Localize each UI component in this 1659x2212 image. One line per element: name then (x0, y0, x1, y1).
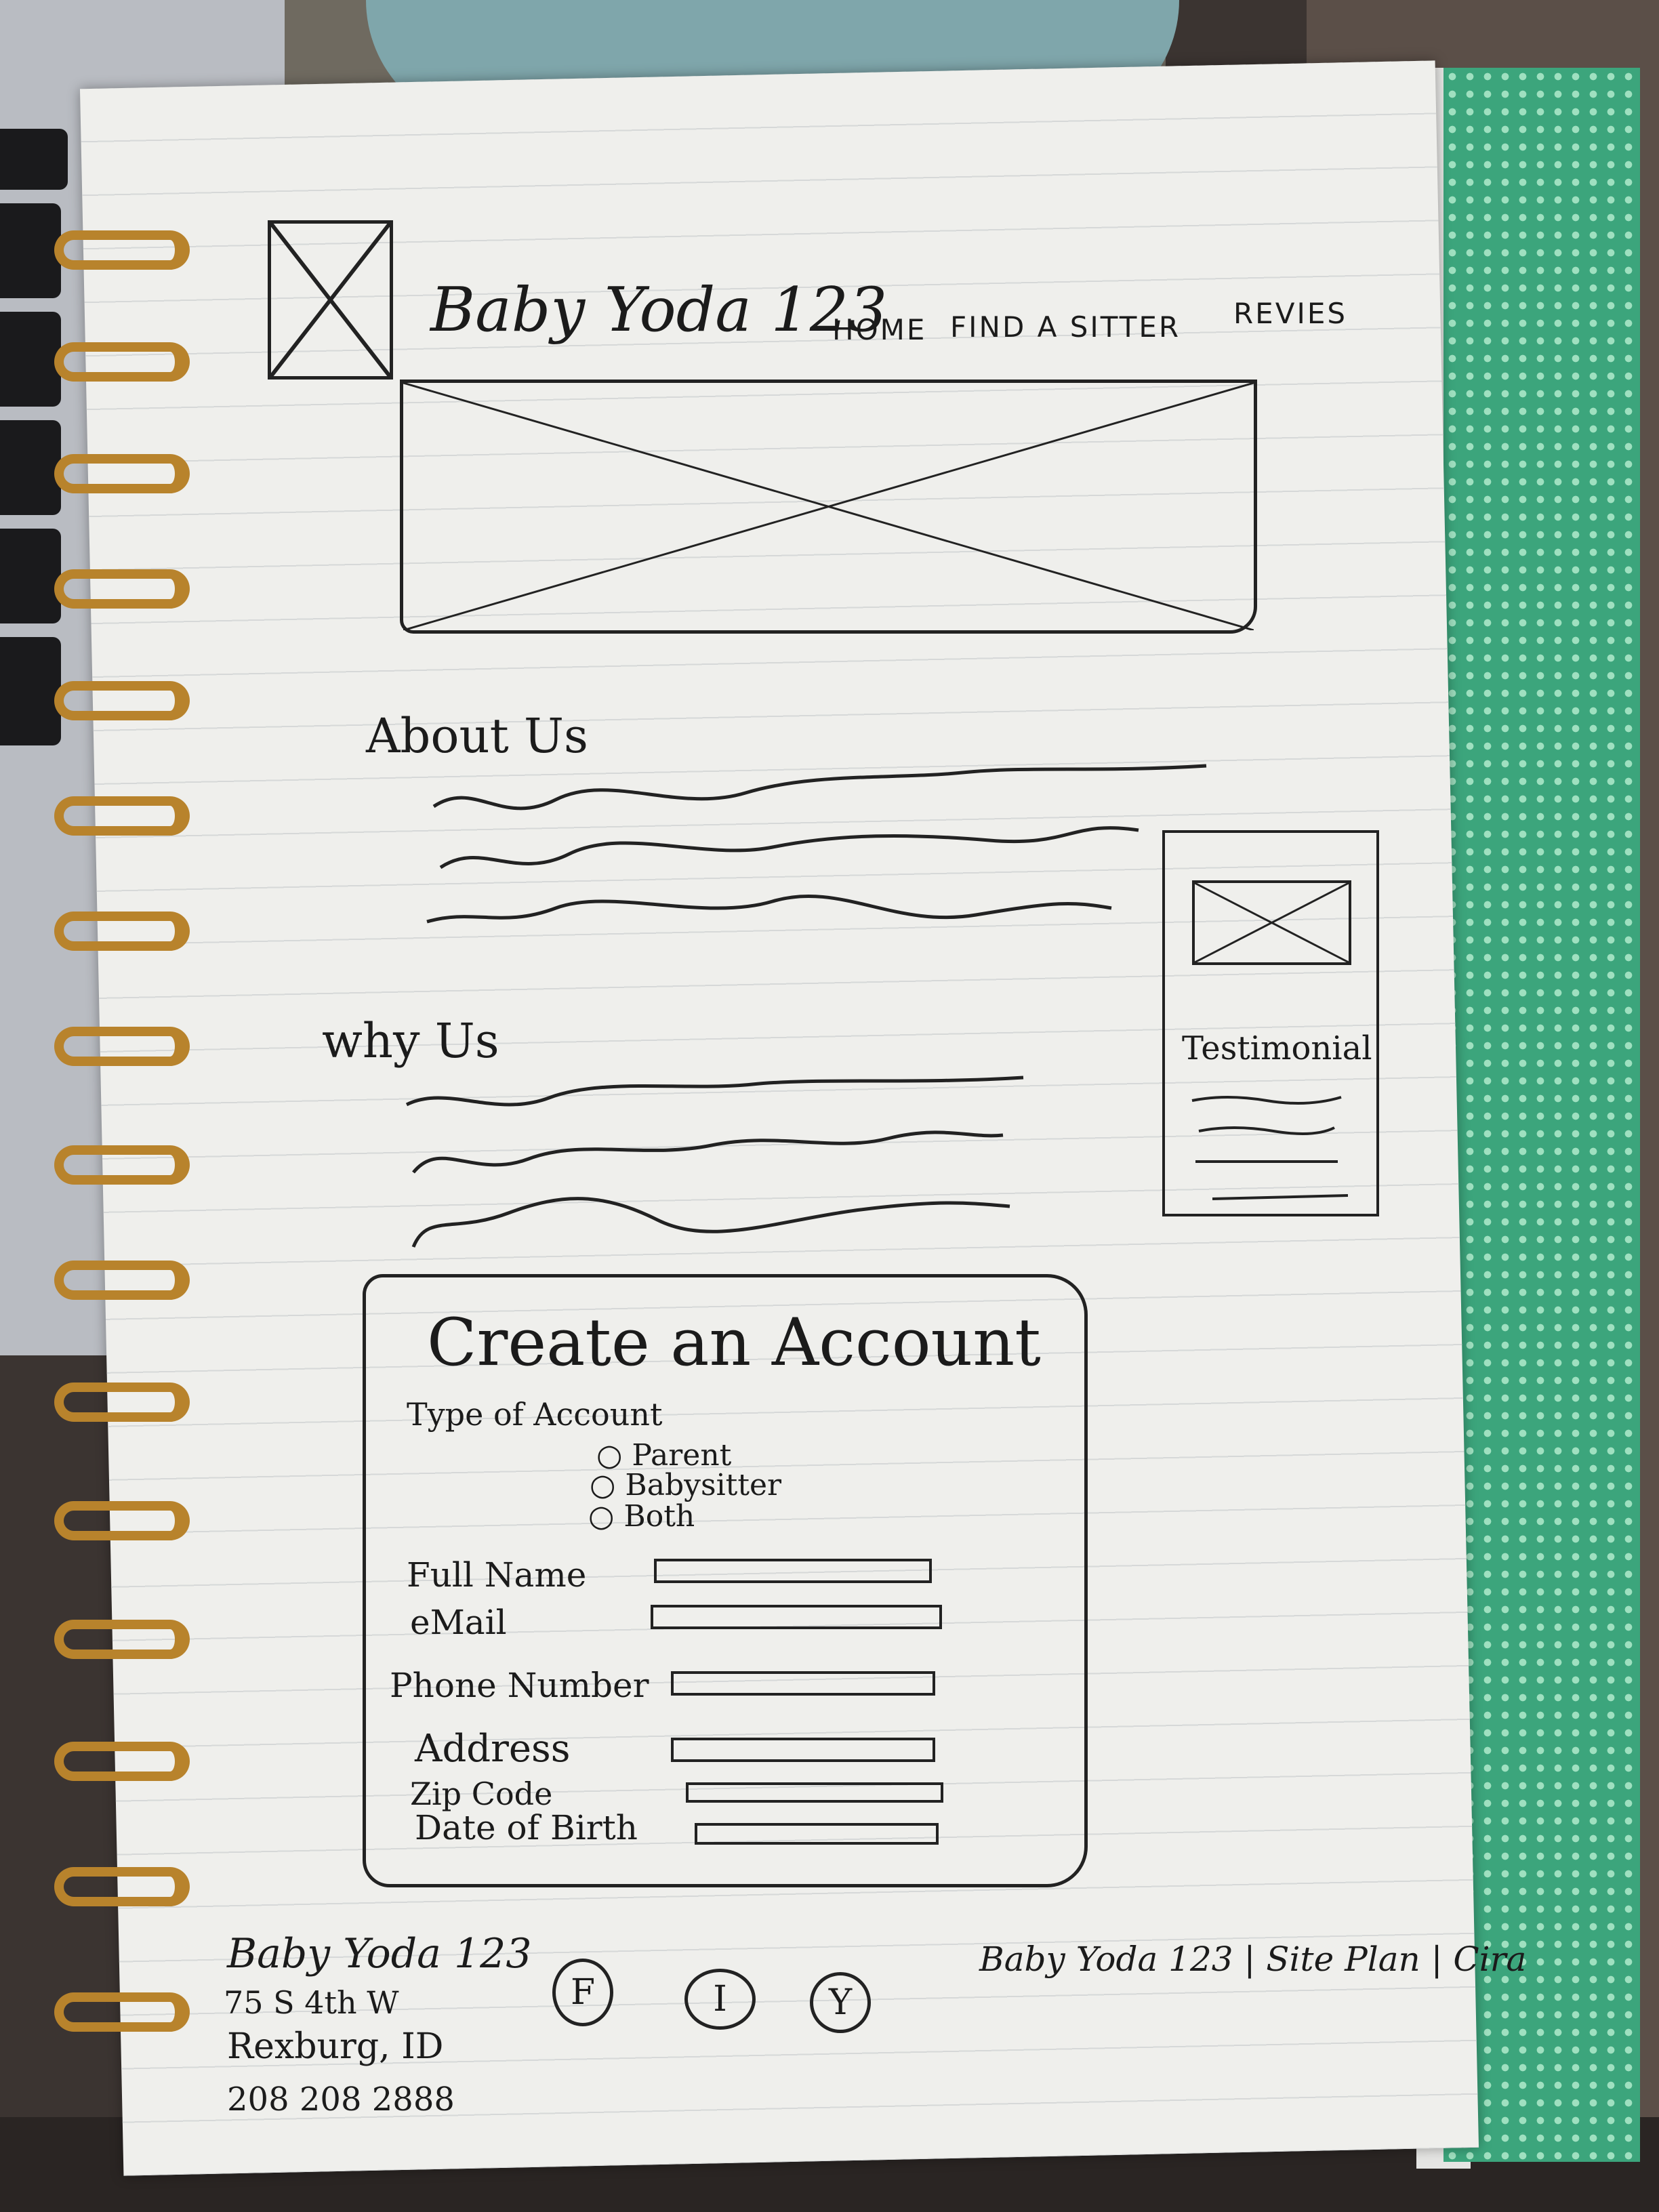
radio-both[interactable]: ○ Both (588, 1499, 695, 1534)
field-label-email: eMail (410, 1603, 507, 1642)
spiral-ring (54, 1620, 190, 1659)
image-placeholder-icon (403, 383, 1254, 630)
spiral-ring (54, 1501, 190, 1540)
spiral-ring (54, 342, 190, 382)
full-name-input[interactable] (654, 1559, 932, 1583)
why-text-scribble (405, 1076, 1024, 1248)
phone-input[interactable] (671, 1671, 935, 1696)
field-label-phone: Phone Number (390, 1666, 649, 1705)
spiral-ring (54, 1992, 190, 2032)
footer-street: 75 S 4th W (224, 1984, 399, 2021)
spiral-ring (54, 1261, 190, 1300)
address-input[interactable] (671, 1738, 935, 1762)
spiral-ring (54, 230, 190, 270)
spiral-ring (54, 454, 190, 493)
logo-placeholder (268, 220, 393, 380)
youtube-icon[interactable]: Y (810, 1972, 871, 2033)
email-input[interactable] (651, 1605, 942, 1629)
radio-babysitter[interactable]: ○ Babysitter (590, 1468, 781, 1502)
testimonial-image-placeholder (1192, 880, 1351, 965)
keyboard-key (0, 129, 68, 190)
field-label-address: Address (415, 1727, 571, 1771)
testimonial-card: Testimonial (1162, 830, 1379, 1216)
notebook-cover (1443, 68, 1640, 2162)
form-title: Create an Account (427, 1305, 1041, 1380)
footer-phone: 208 208 2888 (227, 2081, 455, 2118)
keyboard-key (0, 529, 61, 623)
spiral-ring (54, 681, 190, 720)
nav-find-a-sitter[interactable]: FIND A SITTER (950, 310, 1181, 344)
spiral-ring (54, 1867, 190, 1906)
footer-city: Rexburg, ID (227, 2026, 444, 2067)
nav-home[interactable]: HOME (832, 313, 926, 346)
nav-reviews[interactable]: REVIES (1233, 297, 1347, 330)
spiral-ring (54, 1382, 190, 1422)
radio-label: Both (623, 1499, 695, 1534)
keyboard-key (0, 637, 61, 745)
spiral-ring (54, 1145, 190, 1185)
field-label-dob: Date of Birth (415, 1808, 638, 1847)
dob-input[interactable] (695, 1823, 939, 1845)
about-text-scribble (426, 764, 1207, 924)
spiral-ring (54, 912, 190, 951)
account-type-label: Type of Account (407, 1396, 663, 1433)
zip-input[interactable] (686, 1782, 943, 1803)
keyboard-key (0, 203, 61, 298)
facebook-icon[interactable]: F (552, 1959, 613, 2026)
spiral-ring (54, 569, 190, 609)
spiral-ring (54, 796, 190, 836)
field-label-full-name: Full Name (407, 1555, 587, 1595)
footer-name: Baby Yoda 123 (227, 1930, 532, 1978)
instagram-icon[interactable]: I (684, 1969, 756, 2030)
footer-credit: Baby Yoda 123 | Site Plan | Cira (979, 1940, 1527, 1979)
keyboard-key (0, 420, 61, 515)
image-placeholder-icon (1195, 883, 1349, 962)
radio-label: Babysitter (625, 1468, 782, 1502)
radio-circle-icon: ○ (588, 1499, 615, 1534)
keyboard-key (0, 312, 61, 407)
hero-image-placeholder (400, 380, 1257, 634)
radio-circle-icon: ○ (590, 1468, 616, 1502)
image-placeholder-icon (271, 224, 390, 376)
spiral-ring (54, 1742, 190, 1781)
testimonial-text-scribble (1191, 1096, 1348, 1200)
testimonial-label: Testimonial (1182, 1029, 1372, 1067)
field-label-zip: Zip Code (410, 1776, 553, 1812)
spiral-ring (54, 1027, 190, 1066)
site-name: Baby Yoda 123 (430, 274, 888, 346)
